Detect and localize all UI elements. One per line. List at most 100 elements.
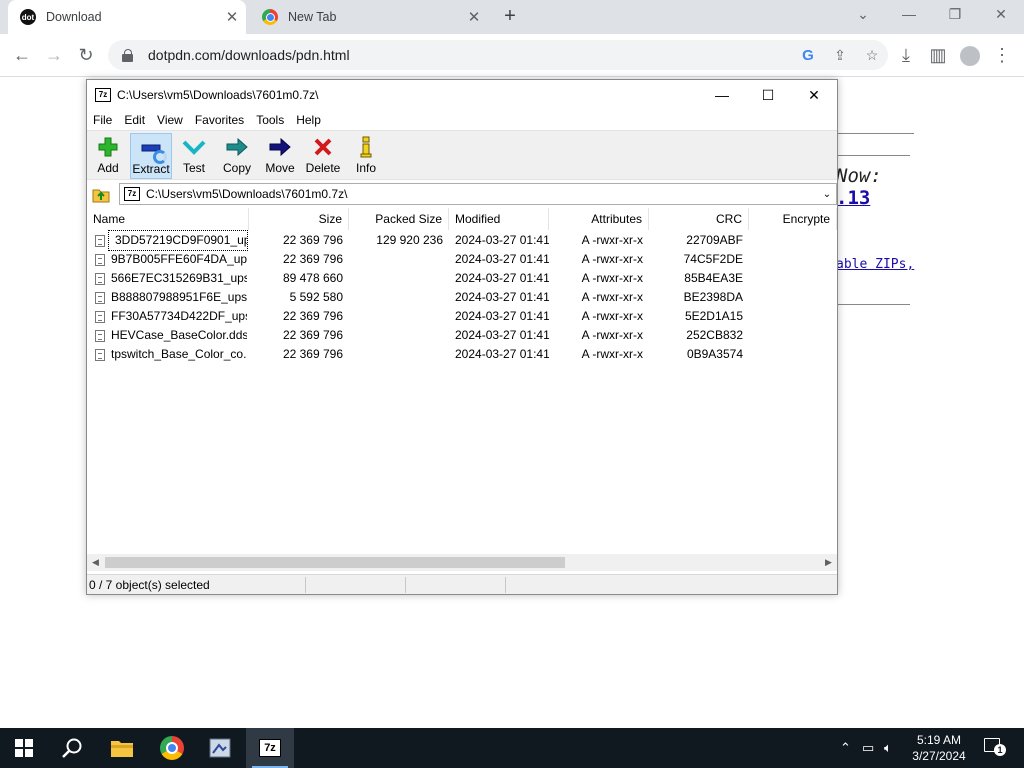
start-icon[interactable]	[0, 728, 48, 768]
delete-button[interactable]: Delete	[302, 133, 344, 179]
bookmark-star-icon[interactable]: ☆	[856, 47, 888, 64]
close-button[interactable]: ✕	[791, 80, 837, 110]
table-row[interactable]: 566E7EC315269B31_ups... 89 478 660 2024-…	[87, 269, 837, 288]
url-text[interactable]: dotpdn.com/downloads/pdn.html	[148, 47, 792, 63]
minimize-button[interactable]: —	[886, 0, 932, 30]
network-icon[interactable]: ▭	[862, 740, 874, 756]
column-modified[interactable]: Modified	[449, 208, 549, 230]
file-modified: 2024-03-27 01:41	[455, 233, 549, 247]
column-name[interactable]: Name	[87, 208, 249, 230]
clock-date: 3/27/2024	[912, 749, 966, 763]
move-button[interactable]: Move	[259, 133, 301, 179]
column-packed-size[interactable]: Packed Size	[349, 208, 449, 230]
column-encrypted[interactable]: Encrypte	[749, 208, 837, 230]
file-icon	[95, 349, 105, 361]
tab-search-icon[interactable]: ⌄	[840, 0, 886, 30]
file-packed-size	[349, 288, 449, 307]
chevron-down-icon[interactable]: ⌄	[818, 189, 836, 200]
scroll-left-icon[interactable]: ◀	[87, 554, 104, 571]
restore-button[interactable]: ❐	[932, 0, 978, 30]
google-lens-icon[interactable]: G	[792, 47, 824, 64]
version-link[interactable]: .13	[836, 187, 870, 209]
chevron-up-icon[interactable]: ⌃	[840, 740, 851, 756]
table-row[interactable]: FF30A57734D422DF_ups... 22 369 796 2024-…	[87, 307, 837, 326]
7zip-title-bar[interactable]: 7z C:\Users\vm5\Downloads\7601m0.7z\ — ☐…	[87, 80, 837, 110]
file-name[interactable]: 9B7B005FFE60F4DA_ups...	[105, 250, 247, 269]
file-modified: 2024-03-27 01:41	[455, 328, 549, 342]
test-label: Test	[182, 161, 205, 175]
path-combobox[interactable]: 7z C:\Users\vm5\Downloads\7601m0.7z\ ⌄	[119, 183, 837, 205]
file-name[interactable]: HEVCase_BaseColor.dds	[105, 326, 247, 345]
reload-button[interactable]: ↻	[72, 42, 100, 70]
menu-file[interactable]: File	[87, 113, 118, 127]
file-crc: 74C5F2DE	[683, 252, 743, 266]
folder-up-icon[interactable]	[91, 185, 111, 203]
system-clock[interactable]: 5:19 AM 3/27/2024	[906, 732, 972, 764]
horizontal-scrollbar[interactable]: ◀ ▶	[87, 554, 837, 571]
test-button[interactable]: Test	[173, 133, 215, 179]
close-window-button[interactable]: ✕	[978, 0, 1024, 30]
chrome-icon[interactable]	[148, 728, 196, 768]
menu-edit[interactable]: Edit	[118, 113, 151, 127]
close-tab-icon[interactable]: ✕	[462, 8, 486, 26]
menu-bar: File Edit View Favorites Tools Help	[87, 110, 837, 130]
scrollbar-thumb[interactable]	[105, 557, 565, 568]
file-name[interactable]: 3DD57219CD9F0901_up...	[108, 230, 248, 251]
file-packed-size	[349, 250, 449, 269]
scroll-right-icon[interactable]: ▶	[820, 554, 837, 571]
file-name[interactable]: FF30A57734D422DF_ups...	[105, 307, 247, 326]
tab-download[interactable]: dot Download ✕	[8, 0, 246, 34]
share-icon[interactable]: ⇪	[824, 47, 856, 64]
new-tab-button[interactable]: +	[498, 5, 522, 29]
table-row[interactable]: 9B7B005FFE60F4DA_ups... 22 369 796 2024-…	[87, 250, 837, 269]
lock-icon[interactable]	[122, 49, 134, 62]
window-title: C:\Users\vm5\Downloads\7601m0.7z\	[117, 88, 319, 102]
app-icon[interactable]	[196, 728, 244, 768]
search-icon[interactable]	[48, 728, 96, 768]
file-explorer-icon[interactable]	[98, 728, 146, 768]
path-value[interactable]: C:\Users\vm5\Downloads\7601m0.7z\	[146, 187, 818, 201]
table-row[interactable]: 3DD57219CD9F0901_up... 22 369 796 129 92…	[87, 230, 837, 251]
busy-cursor-icon	[153, 150, 167, 164]
column-size[interactable]: Size	[249, 208, 349, 230]
menu-tools[interactable]: Tools	[250, 113, 290, 127]
side-panel-icon[interactable]: ▥	[924, 42, 952, 70]
notifications-icon[interactable]: 1	[984, 738, 1006, 756]
copy-button[interactable]: Copy	[216, 133, 258, 179]
file-name[interactable]: 566E7EC315269B31_ups...	[105, 269, 247, 288]
column-crc[interactable]: CRC	[649, 208, 749, 230]
zips-link[interactable]: able ZIPs,	[836, 257, 914, 272]
profile-avatar-icon[interactable]	[956, 42, 984, 70]
back-button[interactable]: ←	[8, 42, 36, 70]
column-attributes[interactable]: Attributes	[549, 208, 649, 230]
file-attributes: A -rwxr-xr-x	[581, 252, 643, 266]
close-tab-icon[interactable]: ✕	[220, 8, 244, 26]
file-size: 22 369 796	[282, 347, 343, 361]
file-list[interactable]: Name Size Packed Size Modified Attribute…	[87, 208, 837, 554]
address-bar[interactable]: dotpdn.com/downloads/pdn.html G ⇪ ☆	[108, 40, 888, 70]
menu-help[interactable]: Help	[290, 113, 327, 127]
maximize-button[interactable]: ☐	[745, 80, 791, 110]
file-crc: 5E2D1A15	[684, 309, 743, 323]
menu-view[interactable]: View	[151, 113, 189, 127]
table-row[interactable]: B888807988951F6E_upsc... 5 592 580 2024-…	[87, 288, 837, 307]
file-icon	[95, 292, 105, 304]
file-name[interactable]: tpswitch_Base_Color_co...	[105, 345, 247, 364]
7zip-icon[interactable]: 7z	[246, 728, 294, 768]
add-button[interactable]: Add	[87, 133, 129, 179]
menu-kebab-icon[interactable]: ⋮	[988, 42, 1016, 70]
menu-favorites[interactable]: Favorites	[189, 113, 250, 127]
table-row[interactable]: HEVCase_BaseColor.dds 22 369 796 2024-03…	[87, 326, 837, 345]
downloads-icon[interactable]: ⤓	[892, 42, 920, 70]
file-name[interactable]: B888807988951F6E_upsc...	[105, 288, 247, 307]
file-attributes: A -rwxr-xr-x	[581, 233, 643, 247]
info-button[interactable]: Info	[345, 133, 387, 179]
file-packed-size	[349, 307, 449, 326]
info-label: Info	[355, 161, 376, 175]
forward-button[interactable]: →	[40, 42, 68, 70]
table-row[interactable]: tpswitch_Base_Color_co... 22 369 796 202…	[87, 345, 837, 364]
minimize-button[interactable]: —	[699, 80, 745, 110]
volume-muted-icon[interactable]: 🔈︎	[884, 740, 892, 756]
copy-label: Copy	[222, 161, 251, 175]
tab-new-tab[interactable]: New Tab ✕	[250, 0, 488, 34]
